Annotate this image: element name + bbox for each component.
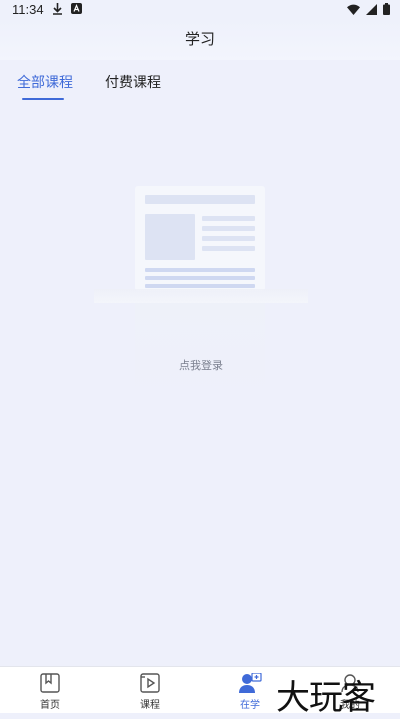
nav-item-studying[interactable]: 在学 — [220, 673, 280, 711]
course-tabs: 全部课程 付费课程 — [0, 60, 400, 104]
status-time: 11:34 — [12, 2, 44, 17]
download-icon — [53, 3, 62, 15]
wifi-icon — [347, 4, 360, 15]
nav-item-home[interactable]: 首页 — [20, 673, 80, 711]
active-tab-indicator — [22, 98, 64, 100]
app-notification-icon — [71, 3, 82, 14]
empty-state: 点我登录 — [94, 186, 308, 406]
tab-paid-courses[interactable]: 付费课程 — [105, 72, 161, 92]
bottom-nav: 首页 课程 在学 我的 — [0, 666, 400, 713]
login-link[interactable]: 点我登录 — [94, 357, 308, 373]
battery-icon — [383, 3, 390, 15]
tab-all-courses[interactable]: 全部课程 — [17, 72, 73, 92]
empty-document-illustration — [135, 186, 265, 291]
video-icon — [140, 673, 160, 693]
book-icon — [40, 673, 60, 693]
nav-label-courses: 课程 — [140, 700, 160, 711]
illustration-shelf — [94, 289, 308, 303]
nav-item-courses[interactable]: 课程 — [120, 673, 180, 711]
status-bar: 11:34 — [0, 0, 400, 20]
nav-item-mine[interactable]: 我的 — [320, 673, 380, 711]
illustration-reflection — [135, 303, 265, 398]
nav-label-mine: 我的 — [340, 700, 360, 711]
page-title: 学习 — [184, 30, 215, 48]
profile-icon — [341, 674, 359, 693]
nav-label-studying: 在学 — [240, 700, 260, 711]
nav-label-home: 首页 — [40, 700, 60, 711]
signal-icon — [366, 3, 377, 15]
header: 学习 — [0, 20, 400, 60]
user-icon — [239, 673, 262, 693]
